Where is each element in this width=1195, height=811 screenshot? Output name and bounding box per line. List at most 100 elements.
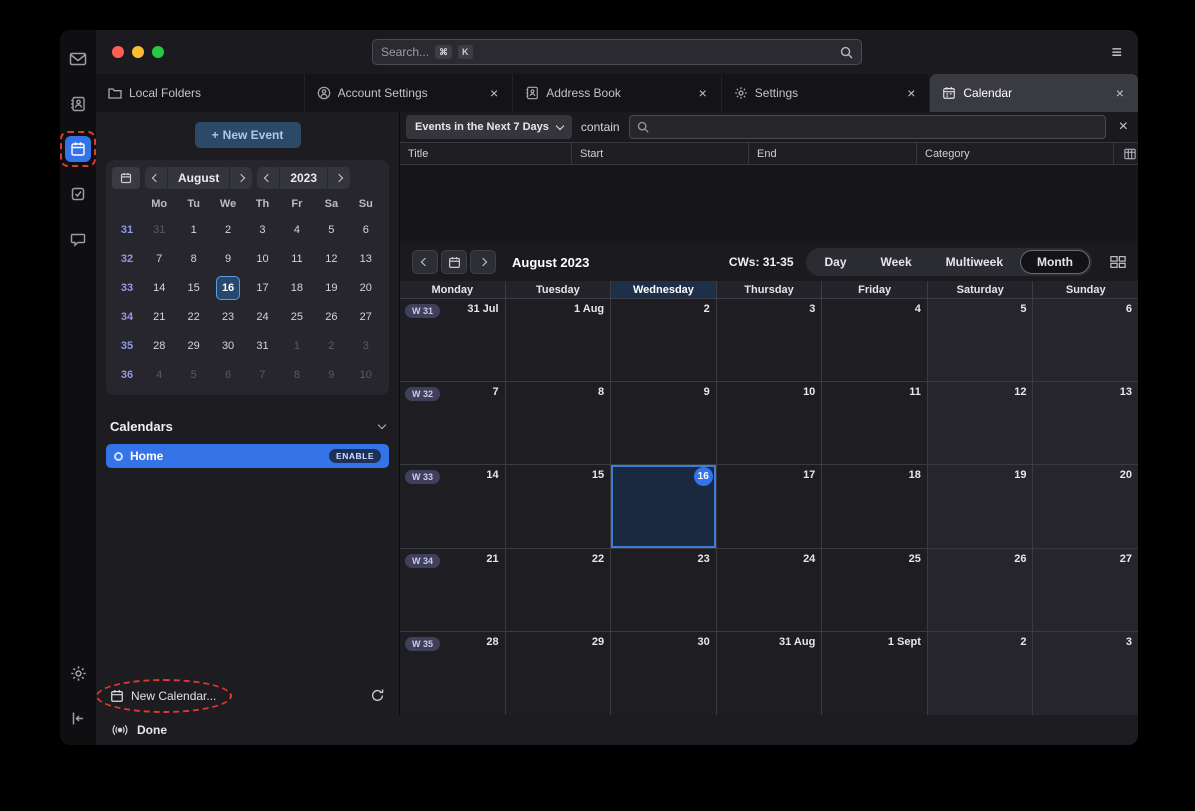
- mini-day-cell[interactable]: 11: [280, 244, 314, 273]
- calendar-day-cell[interactable]: 30: [611, 632, 717, 715]
- tab-calendar[interactable]: Calendar ×: [930, 74, 1138, 112]
- sidebar-item-collapse[interactable]: [65, 705, 91, 731]
- mini-day-cell[interactable]: 14: [142, 273, 176, 302]
- calendar-day-cell[interactable]: W 3314: [400, 465, 506, 548]
- mini-day-cell[interactable]: 27: [349, 302, 383, 331]
- calendar-day-cell[interactable]: W 3421: [400, 549, 506, 632]
- calendar-day-cell[interactable]: 5: [928, 299, 1034, 382]
- calendar-day-cell[interactable]: 20: [1033, 465, 1138, 548]
- zoom-window-button[interactable]: [152, 46, 164, 58]
- mini-day-cell[interactable]: 30: [211, 331, 245, 360]
- calendar-day-cell[interactable]: 22: [506, 549, 612, 632]
- new-event-button[interactable]: + New Event: [195, 122, 301, 148]
- calendar-list-item-home[interactable]: Home ENABLE: [106, 444, 389, 468]
- mini-day-cell[interactable]: 13: [349, 244, 383, 273]
- calendar-day-cell[interactable]: 2: [928, 632, 1034, 715]
- calendar-day-cell[interactable]: 31 Aug: [717, 632, 823, 715]
- calendars-section-header[interactable]: Calendars: [110, 419, 385, 434]
- event-search-input[interactable]: [629, 115, 1106, 139]
- sidebar-item-settings[interactable]: [65, 660, 91, 686]
- mini-day-cell[interactable]: 29: [176, 331, 210, 360]
- mini-day-cell[interactable]: 28: [142, 331, 176, 360]
- mini-day-cell[interactable]: 4: [280, 215, 314, 244]
- calendar-day-cell[interactable]: 13: [1033, 382, 1138, 465]
- mini-day-cell[interactable]: 31: [142, 215, 176, 244]
- previous-period-button[interactable]: [412, 250, 438, 274]
- mini-day-cell[interactable]: 10: [245, 244, 279, 273]
- close-icon[interactable]: ×: [697, 85, 709, 101]
- tab-address-book[interactable]: Address Book ×: [513, 74, 722, 112]
- clear-filter-button[interactable]: ×: [1115, 118, 1132, 136]
- calendar-day-cell[interactable]: W 3131 Jul: [400, 299, 506, 382]
- calendar-day-cell[interactable]: 11: [822, 382, 928, 465]
- mini-day-cell[interactable]: 9: [314, 360, 348, 389]
- calendar-day-cell[interactable]: 1 Sept: [822, 632, 928, 715]
- calendar-day-cell[interactable]: 8: [506, 382, 612, 465]
- calendar-day-cell[interactable]: 29: [506, 632, 612, 715]
- mini-day-cell[interactable]: 3: [349, 331, 383, 360]
- mini-day-cell[interactable]: 9: [211, 244, 245, 273]
- calendar-day-cell[interactable]: 17: [717, 465, 823, 548]
- column-header-title[interactable]: Title: [400, 143, 572, 164]
- mini-day-cell[interactable]: 18: [280, 273, 314, 302]
- mini-day-cell[interactable]: 6: [211, 360, 245, 389]
- calendar-day-cell[interactable]: 18: [822, 465, 928, 548]
- mini-day-cell[interactable]: 19: [314, 273, 348, 302]
- calendar-day-cell[interactable]: 26: [928, 549, 1034, 632]
- view-button-month[interactable]: Month: [1020, 250, 1090, 274]
- mini-day-cell[interactable]: 5: [314, 215, 348, 244]
- mini-calendar-today-button[interactable]: [112, 167, 140, 189]
- column-picker-button[interactable]: [1114, 143, 1138, 164]
- calendar-day-cell[interactable]: 15: [506, 465, 612, 548]
- mini-day-cell[interactable]: 31: [245, 331, 279, 360]
- mini-day-cell[interactable]: 17: [245, 273, 279, 302]
- close-icon[interactable]: ×: [488, 85, 500, 101]
- calendar-day-cell[interactable]: 2: [611, 299, 717, 382]
- sidebar-item-tasks[interactable]: [65, 181, 91, 207]
- calendar-day-cell[interactable]: 3: [717, 299, 823, 382]
- calendar-day-cell[interactable]: 23: [611, 549, 717, 632]
- mini-day-cell[interactable]: 10: [349, 360, 383, 389]
- global-search-input[interactable]: Search... ⌘ K: [372, 39, 862, 65]
- enable-badge[interactable]: ENABLE: [329, 449, 381, 463]
- new-calendar-button[interactable]: New Calendar...: [110, 689, 216, 703]
- prev-month-button[interactable]: [145, 167, 167, 189]
- calendar-day-cell[interactable]: 1 Aug: [506, 299, 612, 382]
- mini-day-cell[interactable]: 5: [176, 360, 210, 389]
- mini-day-cell[interactable]: 12: [314, 244, 348, 273]
- calendar-day-cell[interactable]: 9: [611, 382, 717, 465]
- mini-day-cell[interactable]: 20: [349, 273, 383, 302]
- view-button-week[interactable]: Week: [864, 250, 929, 274]
- close-icon[interactable]: ×: [905, 85, 917, 101]
- rotate-view-button[interactable]: [1110, 255, 1126, 269]
- calendar-day-cell[interactable]: 27: [1033, 549, 1138, 632]
- mini-day-cell[interactable]: 1: [280, 331, 314, 360]
- mini-day-cell[interactable]: 8: [280, 360, 314, 389]
- minimize-window-button[interactable]: [132, 46, 144, 58]
- app-menu-button[interactable]: ≡: [922, 42, 1122, 63]
- calendar-day-cell[interactable]: 12: [928, 382, 1034, 465]
- column-header-category[interactable]: Category: [917, 143, 1114, 164]
- calendar-day-cell[interactable]: 24: [717, 549, 823, 632]
- next-month-button[interactable]: [230, 167, 252, 189]
- mini-day-cell[interactable]: 3: [245, 215, 279, 244]
- column-header-end[interactable]: End: [749, 143, 917, 164]
- view-button-multiweek[interactable]: Multiweek: [929, 250, 1020, 274]
- sidebar-item-mail[interactable]: [65, 46, 91, 72]
- mini-day-cell[interactable]: 2: [211, 215, 245, 244]
- close-icon[interactable]: ×: [1114, 85, 1126, 101]
- view-button-day[interactable]: Day: [808, 250, 864, 274]
- mini-day-cell[interactable]: 2: [314, 331, 348, 360]
- mini-day-cell[interactable]: 4: [142, 360, 176, 389]
- calendar-day-cell[interactable]: W 327: [400, 382, 506, 465]
- next-year-button[interactable]: [328, 167, 350, 189]
- calendar-day-cell[interactable]: 4: [822, 299, 928, 382]
- sidebar-item-chat[interactable]: [65, 226, 91, 252]
- calendar-day-cell[interactable]: 25: [822, 549, 928, 632]
- mini-day-cell[interactable]: 26: [314, 302, 348, 331]
- calendar-day-cell[interactable]: 10: [717, 382, 823, 465]
- mini-day-cell[interactable]: 23: [211, 302, 245, 331]
- calendar-day-cell[interactable]: 6: [1033, 299, 1138, 382]
- sidebar-item-calendar[interactable]: [65, 136, 91, 162]
- close-window-button[interactable]: [112, 46, 124, 58]
